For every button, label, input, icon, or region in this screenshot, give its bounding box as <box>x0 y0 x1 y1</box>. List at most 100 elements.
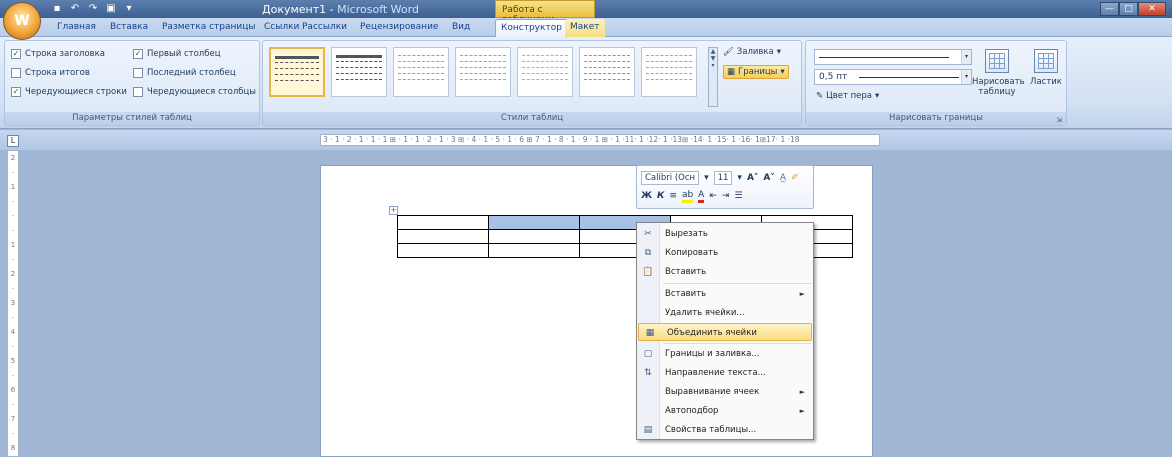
total-row-checkbox[interactable]: Строка итогов <box>11 68 90 78</box>
redo-icon[interactable]: ↷ <box>86 2 100 15</box>
context-menu-item[interactable]: ⧉ Копировать <box>637 244 813 262</box>
bold-button[interactable]: Ж <box>641 191 652 201</box>
increase-indent-icon[interactable]: ⇥ <box>722 191 730 201</box>
menu-separator <box>663 343 811 344</box>
table-cell[interactable] <box>488 243 580 258</box>
shading-button[interactable]: 🖌 Заливка ▾ <box>723 47 781 57</box>
borders-button[interactable]: ▦ Границы ▾ <box>723 65 789 79</box>
banded-columns-checkbox[interactable]: Чередующиеся столбцы <box>133 87 256 97</box>
table-style-thumbnail[interactable] <box>641 47 697 97</box>
ruler-mark: · <box>11 255 15 264</box>
minimize-button[interactable]: — <box>1100 2 1119 16</box>
font-color-icon[interactable]: A <box>698 190 705 203</box>
context-menu-item[interactable]: ▦ Объединить ячейки <box>638 323 812 341</box>
highlight-icon[interactable]: ab <box>681 190 694 203</box>
table-style-thumbnail[interactable] <box>455 47 511 97</box>
gallery-scroll[interactable]: ▲ ▼ ▾ <box>708 47 718 107</box>
banded-rows-checkbox[interactable]: ✓ Чередующиеся строки <box>11 87 127 97</box>
tab-view[interactable]: Вид <box>452 22 470 32</box>
table-cell[interactable] <box>397 215 489 230</box>
tab-page-layout[interactable]: Разметка страницы <box>162 22 256 32</box>
print-preview-icon[interactable]: ▣ <box>104 2 118 15</box>
font-size-combo[interactable]: 11 <box>713 171 733 185</box>
ruler-mark: · <box>11 400 15 409</box>
italic-button[interactable]: К <box>657 191 664 201</box>
style-line <box>584 73 630 76</box>
style-line <box>398 67 444 70</box>
first-column-checkbox[interactable]: ✓ Первый столбец <box>133 49 220 59</box>
group-table-style-options: ✓ Строка заголовка Строка итогов ✓ Чередую… <box>4 40 260 126</box>
tab-stop-selector[interactable]: L <box>7 135 19 147</box>
maximize-button[interactable]: □ <box>1119 2 1138 16</box>
context-menu-item[interactable]: Автоподбор ► <box>637 402 813 420</box>
tab-design[interactable]: Конструктор <box>495 19 568 37</box>
ruler-mark: 1 <box>10 183 16 191</box>
menu-item-icon: ▢ <box>643 349 653 359</box>
last-column-checkbox[interactable]: Последний столбец <box>133 68 236 78</box>
ruler-mark: 7 <box>10 415 16 423</box>
table-style-thumbnail[interactable] <box>517 47 573 97</box>
tab-mailings[interactable]: Рассылки <box>302 22 347 32</box>
undo-icon[interactable]: ↶ <box>68 2 82 15</box>
line-style-combo[interactable]: ▾ <box>814 49 972 65</box>
line-weight-combo[interactable]: 0,5 пт ▾ <box>814 69 972 85</box>
group-label: Параметры стилей таблиц <box>5 112 259 125</box>
ruler-mark: 8 <box>10 444 16 452</box>
decrease-indent-icon[interactable]: ⇤ <box>709 191 717 201</box>
text-style-icon[interactable]: A̲ <box>780 173 786 183</box>
context-menu-item[interactable]: Выравнивание ячеек ► <box>637 383 813 401</box>
menu-item-icon: ▦ <box>645 328 655 338</box>
table-cell-selected[interactable] <box>488 215 580 230</box>
center-align-icon[interactable]: ≡ <box>669 191 677 201</box>
context-menu-item[interactable]: Удалить ячейки... <box>637 304 813 322</box>
header-row-checkbox[interactable]: ✓ Строка заголовка <box>11 49 105 59</box>
tab-layout[interactable]: Макет <box>565 19 605 37</box>
tab-references[interactable]: Ссылки <box>264 22 299 32</box>
customize-qat-icon[interactable]: ▾ <box>122 2 136 15</box>
vertical-ruler[interactable]: 2 · 1 · · · 1 · 2 · 3 · 4 · 5 · 6 · 7 · 8 <box>7 150 19 457</box>
table-cell[interactable] <box>397 229 489 244</box>
grow-font-button[interactable]: A˄ <box>747 173 758 183</box>
table-style-thumbnail[interactable] <box>579 47 635 97</box>
context-menu-item[interactable]: ▢ Границы и заливка... <box>637 345 813 363</box>
table-style-thumbnail[interactable] <box>269 47 325 97</box>
pen-color-button[interactable]: ✎ Цвет пера ▾ <box>816 91 879 101</box>
office-button[interactable]: W <box>3 2 41 40</box>
checkbox-label: Строка итогов <box>25 68 90 78</box>
eraser-button[interactable]: Ластик <box>1028 49 1064 87</box>
table-style-thumbnail[interactable] <box>393 47 449 97</box>
tab-insert[interactable]: Вставка <box>110 22 148 32</box>
style-line <box>522 61 568 64</box>
group-label: Стили таблиц <box>263 112 801 125</box>
context-menu-item[interactable]: ▤ Свойства таблицы... <box>637 421 813 439</box>
save-icon[interactable]: ▪ <box>50 2 64 15</box>
close-button[interactable]: ✕ <box>1138 2 1166 16</box>
draw-table-button[interactable]: Нарисовать таблицу <box>972 49 1025 97</box>
table-style-thumbnail[interactable] <box>331 47 387 97</box>
table-move-handle-icon[interactable]: + <box>389 206 398 215</box>
context-menu-item[interactable]: ⇅ Направление текста... <box>637 364 813 382</box>
font-name-combo[interactable]: Calibri (Осн <box>641 171 700 185</box>
chevron-down-icon[interactable]: ▾ <box>704 173 709 183</box>
style-line <box>460 61 506 64</box>
ruler-mark: 2 <box>10 154 16 162</box>
menu-item-icon: ▤ <box>643 425 653 435</box>
shrink-font-button[interactable]: A˅ <box>763 173 774 183</box>
ruler-mark: 2 <box>10 270 16 278</box>
tab-review[interactable]: Рецензирование <box>360 22 438 32</box>
context-menu-item[interactable]: ✂ Вырезать <box>637 225 813 243</box>
draw-table-label: Нарисовать таблицу <box>972 77 1025 97</box>
chevron-down-icon[interactable]: ▾ <box>737 173 742 183</box>
context-menu-item[interactable]: 📋 Вставить <box>637 263 813 281</box>
table-cell[interactable] <box>488 229 580 244</box>
format-painter-icon[interactable]: ✐ <box>791 173 799 183</box>
menu-item-icon <box>642 386 654 398</box>
context-menu-item[interactable]: Вставить ► <box>637 285 813 303</box>
dialog-launcher-icon[interactable]: ⇲ <box>1056 116 1062 124</box>
bullets-icon[interactable]: ☰ <box>734 191 742 201</box>
tab-home[interactable]: Главная <box>57 22 96 32</box>
horizontal-ruler[interactable]: 3 · 1 · 2 · 1 · 1 · 1 ⊞ · 1 · 1 · 2 · 1 … <box>320 134 880 146</box>
style-line <box>646 73 692 76</box>
table-cell[interactable] <box>397 243 489 258</box>
menu-item-icon: ⇅ <box>644 368 652 378</box>
